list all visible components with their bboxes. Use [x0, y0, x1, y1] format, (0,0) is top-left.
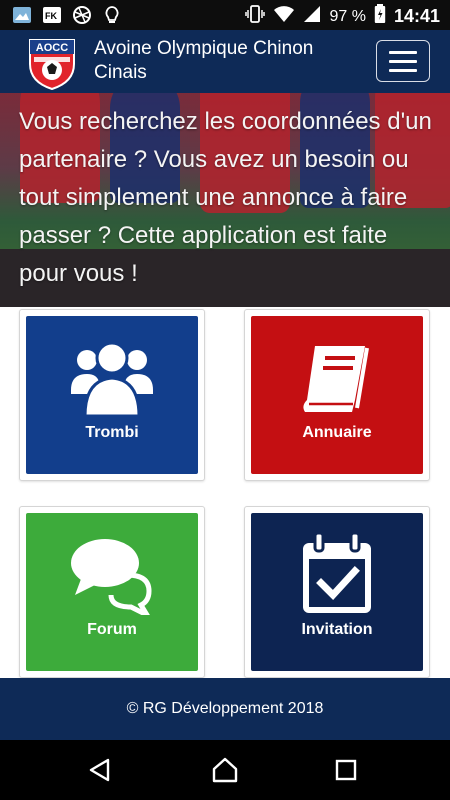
- svg-text:FK: FK: [45, 11, 57, 21]
- tile-invitation[interactable]: Invitation: [244, 506, 430, 678]
- menu-line-icon: [389, 50, 417, 54]
- fk-notification-icon: FK: [42, 5, 62, 25]
- tile-annuaire-label: Annuaire: [302, 424, 372, 441]
- battery-percent: 97 %: [329, 7, 366, 25]
- chat-bubbles-icon: [26, 535, 198, 615]
- vibrate-icon: [245, 5, 266, 28]
- tile-annuaire-panel: Annuaire: [251, 316, 423, 474]
- calendar-check-icon: [251, 531, 423, 617]
- ball-notification-icon: [72, 5, 92, 25]
- back-button[interactable]: [84, 754, 116, 786]
- book-icon: [251, 338, 423, 418]
- hamburger-menu-button[interactable]: [376, 40, 430, 82]
- home-icon: [212, 757, 238, 783]
- hero-banner: Vous recherchez les coordonnées d'un par…: [0, 93, 450, 307]
- app-title: Avoine Olympique Chinon Cinais: [94, 38, 314, 83]
- tile-trombi-label: Trombi: [85, 424, 139, 441]
- tile-forum[interactable]: Forum: [19, 506, 205, 678]
- wifi-icon: [273, 5, 295, 28]
- back-triangle-icon: [89, 758, 110, 782]
- tile-trombi-panel: Trombi: [26, 316, 198, 474]
- clock: 14:41: [393, 6, 440, 26]
- tile-trombi[interactable]: Trombi: [19, 309, 205, 481]
- bulb-notification-icon: [102, 5, 122, 25]
- tile-invitation-label: Invitation: [301, 621, 373, 638]
- signal-icon: [303, 5, 321, 28]
- hero-text: Vous recherchez les coordonnées d'un par…: [19, 108, 432, 287]
- home-button[interactable]: [209, 754, 241, 786]
- footer: © RG Développement 2018: [0, 678, 450, 740]
- svg-text:AOCC: AOCC: [36, 42, 68, 54]
- tile-forum-label: Forum: [87, 621, 137, 638]
- gallery-notification-icon: [12, 5, 32, 25]
- menu-line-icon: [389, 68, 417, 72]
- tile-annuaire[interactable]: Annuaire: [244, 309, 430, 481]
- tile-forum-panel: Forum: [26, 513, 198, 671]
- system-navigation-bar: [0, 740, 450, 800]
- users-group-icon: [26, 338, 198, 418]
- menu-line-icon: [389, 59, 417, 63]
- recents-square-icon: [335, 759, 357, 781]
- tile-invitation-panel: Invitation: [251, 513, 423, 671]
- recents-button[interactable]: [330, 754, 362, 786]
- battery-icon: [374, 4, 386, 29]
- footer-copyright: © RG Développement 2018: [126, 700, 324, 717]
- club-logo: AOCC: [22, 34, 82, 91]
- status-bar: FK 97 % 14:41: [0, 0, 450, 30]
- app-bar: AOCC Avoine Olympique Chinon Cinais: [0, 30, 450, 93]
